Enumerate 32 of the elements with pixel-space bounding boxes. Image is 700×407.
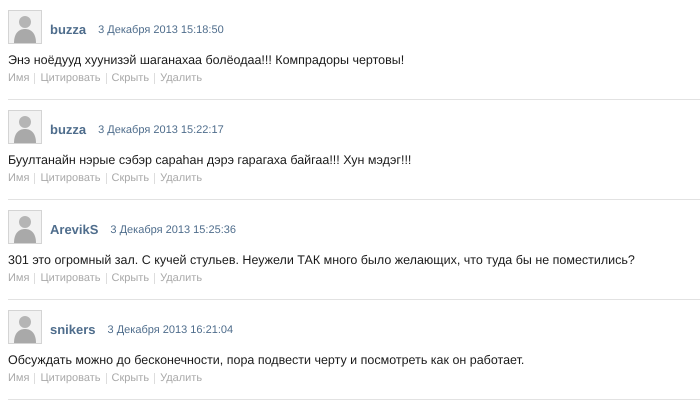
comment-text: Энэ ноёдууд хуунизэй шаганахаа болёодаа!!! Компрадоры чертовы! — [8, 53, 406, 67]
action-link[interactable]: Скрыть — [106, 173, 154, 184]
avatar-icon — [8, 310, 42, 344]
avatar-icon — [8, 110, 42, 144]
author-name[interactable]: snikers — [50, 322, 96, 336]
comment-date: 3 Декабря 2013 15:22:17 — [98, 124, 224, 136]
action-link[interactable]: Скрыть — [106, 73, 154, 84]
action-link[interactable]: Удалить — [154, 173, 208, 184]
comment-date: 3 Декабря 2013 16:21:04 — [108, 324, 234, 336]
author-name[interactable]: ArevikS — [50, 222, 98, 236]
comment-date: 3 Декабря 2013 15:18:50 — [98, 24, 224, 36]
action-link[interactable]: Цитировать — [34, 273, 106, 284]
action-link[interactable]: Удалить — [154, 73, 208, 84]
comment-text: 301 это огромный зал. С кучей стульев. Неужели ТАК много было желающих, что туда бы не поместились? — [8, 253, 636, 267]
action-link[interactable]: Скрыть — [106, 273, 154, 284]
action-link[interactable]: Имя — [8, 73, 34, 84]
action-link[interactable]: Цитировать — [34, 73, 106, 84]
author-name[interactable]: buzza — [50, 122, 86, 136]
action-link[interactable]: Скрыть — [106, 373, 154, 384]
action-link[interactable]: Цитировать — [34, 373, 106, 384]
action-link[interactable]: Имя — [8, 373, 34, 384]
action-link[interactable]: Имя — [8, 273, 34, 284]
action-link[interactable]: Имя — [8, 173, 34, 184]
avatar-icon — [8, 210, 42, 244]
comment-text: Обсуждать можно до бесконечности, пора подвести черту и посмотреть как он работает. — [8, 353, 526, 367]
comment-date: 3 Декабря 2013 15:25:36 — [110, 224, 236, 236]
comment-text: Буултанайн нэрые сэбэр сараhан дэрэ гарагаха байгаа!!! Хун мэдэг!!! — [8, 153, 412, 167]
action-link[interactable]: Цитировать — [34, 173, 106, 184]
author-name[interactable]: buzza — [50, 22, 86, 36]
avatar-icon — [8, 10, 42, 44]
action-link[interactable]: Удалить — [154, 273, 208, 284]
action-link[interactable]: Удалить — [154, 373, 208, 384]
